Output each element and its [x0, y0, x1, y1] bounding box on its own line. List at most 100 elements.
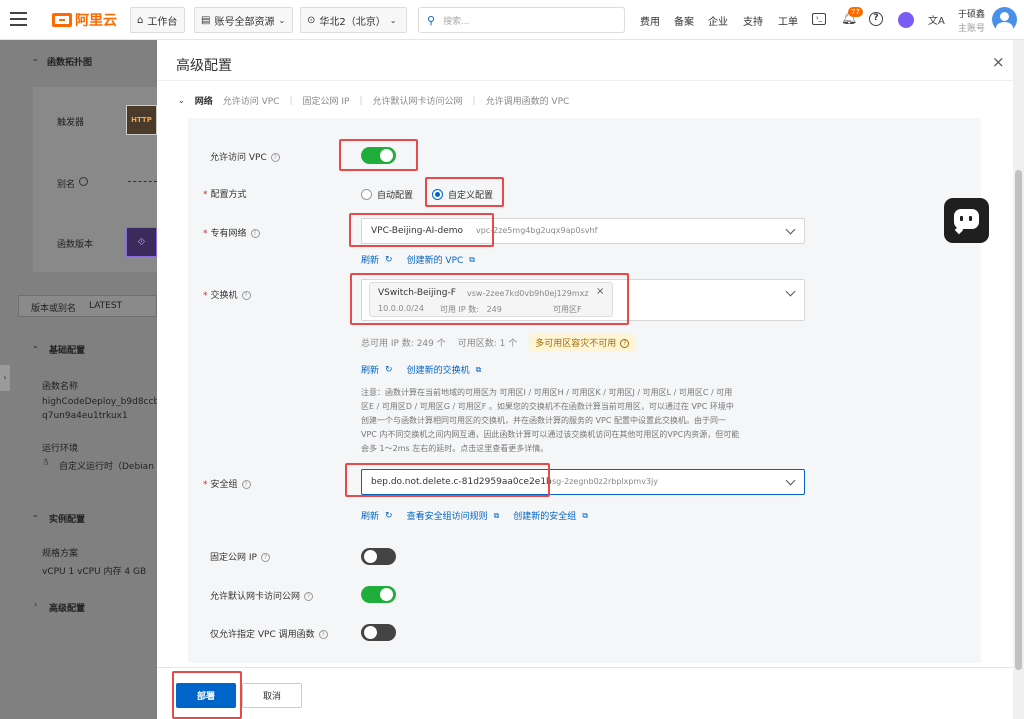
- chevron-right-icon: ›: [34, 600, 38, 609]
- http-trigger-badge[interactable]: HTTP: [126, 105, 157, 135]
- tab-default-nic[interactable]: 允许默认网卡访问公网: [373, 94, 463, 107]
- trigger-label: 触发器: [57, 118, 85, 128]
- aliyun-logo[interactable]: 阿里云: [52, 10, 117, 30]
- version-alias-label: 版本或别名: [31, 304, 77, 314]
- func-name-line2: q7un9a4eu1trkux1: [42, 411, 128, 421]
- security-group-actions: 刷新 ↻ 查看安全组访问规则 ⧉ 创建新的安全组 ⧉: [361, 509, 588, 523]
- note-line: VPC 内不同交换机之间内网互通，因此函数计算可以通过该交换机访问在其他可用区的…: [361, 430, 740, 439]
- tab-fixed-ip[interactable]: 固定公网 IP: [303, 94, 350, 107]
- user-role: 主账号: [958, 24, 986, 34]
- help-icon: ?: [260, 553, 270, 562]
- top-navigation-bar: 阿里云 ⌂ 工作台 ▤ 账号全部资源 ⌄ ⊙ 华北2（北京） ⌄ ⚲ 搜索...…: [0, 0, 1024, 40]
- account-scope-dropdown[interactable]: ▤ 账号全部资源 ⌄: [194, 7, 293, 33]
- highlight-box: [350, 273, 629, 325]
- refresh-sg-link[interactable]: 刷新: [361, 509, 379, 522]
- topology-section-header: ⌄ 函数拓扑图: [20, 50, 157, 72]
- notification-badge: 77: [848, 7, 863, 17]
- drawer-scrollbar-thumb[interactable]: [1015, 170, 1022, 670]
- version-alias-selector[interactable]: 版本或别名 LATEST: [18, 295, 157, 317]
- tab-allow-vpc[interactable]: 允许访问 VPC: [223, 94, 280, 107]
- chevron-down-icon: [785, 475, 796, 486]
- help-icon: ?: [241, 480, 251, 489]
- nav-link-support[interactable]: 支持: [743, 13, 763, 28]
- alias-label: 别名: [57, 180, 76, 190]
- create-vswitch-link[interactable]: 创建新的交换机: [407, 363, 470, 376]
- default-nic-toggle[interactable]: [361, 586, 396, 603]
- aliyun-logo-text: 阿里云: [75, 13, 117, 29]
- region-dropdown[interactable]: ⊙ 华北2（北京） ⌄: [300, 7, 407, 33]
- auto-config-radio[interactable]: 自动配置: [361, 188, 413, 201]
- radio-unchecked-icon: [361, 189, 372, 200]
- refresh-icon[interactable]: ↻: [385, 255, 393, 265]
- tab-network[interactable]: 网络: [195, 94, 213, 107]
- close-icon[interactable]: ×: [992, 53, 1005, 71]
- fixed-ip-toggle[interactable]: [361, 548, 396, 565]
- default-nic-label: 允许默认网卡访问公网?: [210, 589, 314, 602]
- multi-zone-warning: 多可用区容灾不可用?: [529, 334, 636, 351]
- cancel-button[interactable]: 取消: [242, 683, 302, 708]
- vswitch-note: 注意：函数计算在当前地域的可用区为 可用区I / 可用区H / 可用区K / 可…: [361, 386, 806, 456]
- only-vpc-toggle[interactable]: [361, 624, 396, 641]
- refresh-vpc-link[interactable]: 刷新: [361, 253, 379, 266]
- create-vpc-link[interactable]: 创建新的 VPC: [407, 253, 464, 266]
- help-icon: ?: [304, 592, 314, 601]
- nav-link-billing[interactable]: 费用: [640, 13, 660, 28]
- background-page-overlay: ⌄ 函数拓扑图 触发器 HTTP 别名 函数版本 ⟐ 版本或别名 LATEST …: [0, 40, 165, 719]
- chevron-down-icon: ⌄: [389, 15, 397, 25]
- workbench-button[interactable]: ⌂ 工作台: [130, 7, 185, 33]
- allow-vpc-toggle[interactable]: [361, 147, 396, 164]
- custom-config-radio[interactable]: 自定义配置: [432, 188, 493, 201]
- home-icon: ⌂: [137, 14, 144, 26]
- search-icon: ⚲: [427, 13, 436, 27]
- linux-icon: 🐧︎: [43, 458, 49, 468]
- nav-link-ticket[interactable]: 工单: [778, 13, 798, 28]
- ai-assistant-icon[interactable]: [898, 12, 914, 28]
- func-name-line1: highCodeDeploy_b9d8ccb2: [42, 397, 165, 407]
- help-icon[interactable]: ?: [869, 12, 883, 26]
- vpc-id: vpc-2ze5mg4bg2uqx9ap0svhf: [476, 226, 598, 235]
- language-icon[interactable]: 文A: [928, 12, 945, 27]
- terminal-icon[interactable]: ›_: [812, 13, 826, 25]
- advanced-config-header: › 高级配置: [20, 595, 157, 617]
- basic-config-header: ⌄ 基础配置: [20, 337, 157, 359]
- config-mode-label-text: 配置方式: [210, 190, 247, 200]
- basic-config-title: 基础配置: [49, 346, 86, 356]
- create-sg-link[interactable]: 创建新的安全组: [513, 509, 576, 522]
- nav-link-enterprise[interactable]: 企业: [708, 13, 728, 28]
- refresh-icon[interactable]: ↻: [385, 511, 393, 521]
- http-badge-text: HTTP: [131, 116, 152, 124]
- function-version-icon[interactable]: ⟐: [126, 227, 157, 257]
- custom-config-label: 自定义配置: [448, 191, 494, 201]
- drawer-title: 高级配置: [176, 58, 232, 74]
- tab-invoke-vpc[interactable]: 允许调用函数的 VPC: [486, 94, 570, 107]
- topology-card: 触发器 HTTP 别名 函数版本 ⟐: [33, 87, 157, 272]
- fixed-ip-label: 固定公网 IP?: [210, 550, 270, 563]
- view-sg-rules-link[interactable]: 查看安全组访问规则: [407, 509, 488, 522]
- chevron-down-icon: ⌄: [32, 54, 39, 63]
- tab-divider: |: [359, 95, 363, 106]
- security-group-label-text: 安全组: [210, 480, 238, 490]
- func-name-label: 函数名称: [42, 382, 79, 392]
- version-alias-value: LATEST: [89, 301, 123, 311]
- only-vpc-label: 仅允许指定 VPC 调用函数?: [210, 627, 328, 640]
- note-line: 会多 1～2ms 左右的延时。点击这里查看更多详情。: [361, 444, 549, 453]
- user-avatar[interactable]: [992, 7, 1017, 32]
- region-label: 华北2（北京）: [319, 16, 386, 28]
- external-link-icon[interactable]: ⧉: [476, 365, 482, 375]
- help-icon: ?: [250, 229, 260, 238]
- topology-title: 函数拓扑图: [47, 58, 93, 68]
- refresh-icon[interactable]: ↻: [385, 365, 393, 375]
- external-link-icon[interactable]: ⧉: [494, 511, 500, 521]
- user-name[interactable]: 于硕鑫: [958, 7, 985, 20]
- chevron-down-icon: ⌄: [32, 341, 39, 350]
- chevron-down-icon: ⌄: [278, 15, 286, 25]
- floating-assistant-button[interactable]: [944, 198, 989, 243]
- hamburger-menu-icon[interactable]: [10, 12, 27, 27]
- external-link-icon[interactable]: ⧉: [469, 255, 475, 265]
- sidebar-collapse-handle[interactable]: ›: [0, 365, 10, 391]
- external-link-icon[interactable]: ⧉: [582, 511, 588, 521]
- zone-count: 可用区数: 1 个: [457, 339, 518, 349]
- nav-link-icp[interactable]: 备案: [674, 13, 694, 28]
- search-input[interactable]: ⚲ 搜索...: [418, 7, 625, 33]
- refresh-vswitch-link[interactable]: 刷新: [361, 363, 379, 376]
